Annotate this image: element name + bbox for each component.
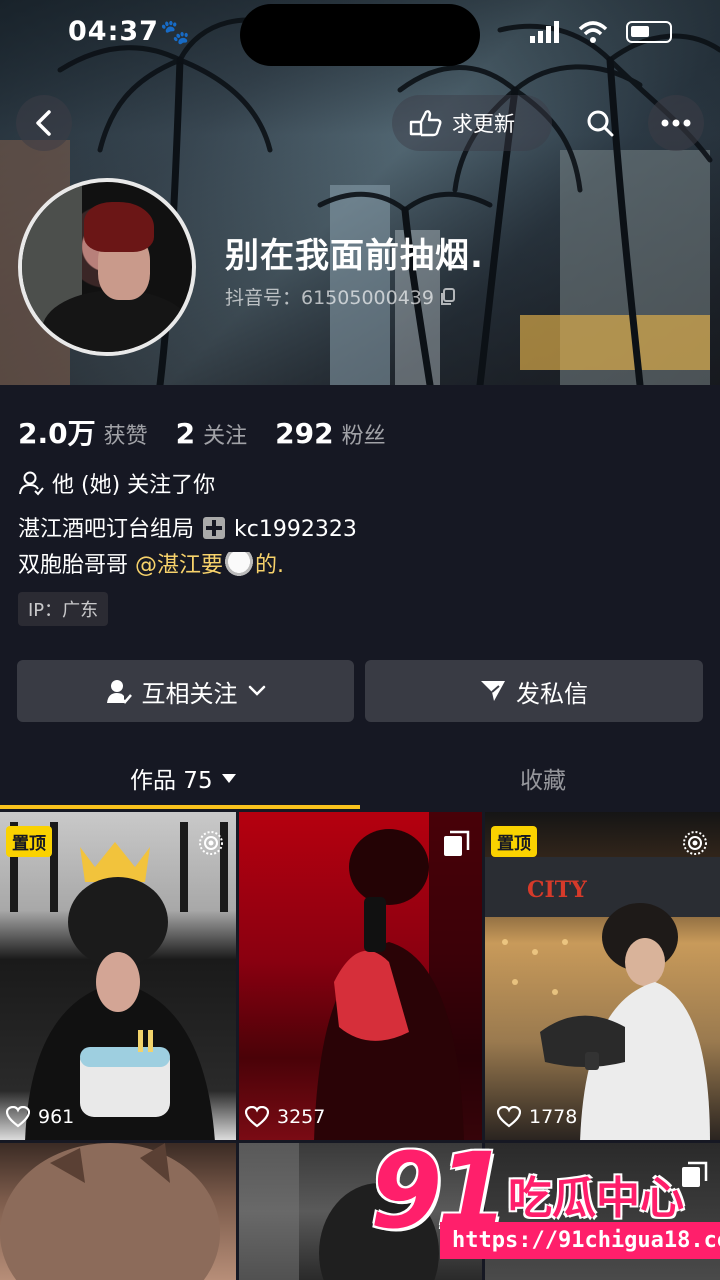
douyin-id[interactable]: 抖音号：61505000439 xyxy=(225,283,456,310)
like-count: 1778 xyxy=(497,1106,577,1128)
like-count-value: 1778 xyxy=(529,1106,578,1128)
watermark-logo-text: 吃瓜中心 xyxy=(508,1173,684,1224)
stat-followers[interactable]: 292 粉丝 xyxy=(275,417,385,450)
stat-following-value: 2 xyxy=(175,417,196,450)
profile-username: 别在我面前抽烟. xyxy=(225,236,484,276)
stat-followers-label: 粉丝 xyxy=(341,424,386,449)
status-icons xyxy=(530,20,672,44)
watermark-url: https://91chigua18.com xyxy=(440,1222,720,1259)
like-count: 961 xyxy=(6,1106,74,1128)
avatar[interactable] xyxy=(18,178,196,356)
wifi-icon xyxy=(578,21,608,43)
video-thumbnail xyxy=(10,822,228,1140)
battery-icon xyxy=(626,21,672,43)
heart-icon xyxy=(497,1106,521,1128)
search-icon xyxy=(587,110,614,137)
pinned-badge: 置顶 xyxy=(491,826,537,857)
stat-followers-value: 292 xyxy=(275,417,334,450)
send-icon xyxy=(481,681,505,701)
copy-icon xyxy=(440,287,455,305)
camera-notch xyxy=(240,4,480,66)
tab-works[interactable]: 作品 75 xyxy=(130,761,237,795)
bio-contact: kc1992323 xyxy=(234,517,357,542)
pointing-hand-icon xyxy=(409,110,442,137)
profile-bio: 湛江酒吧订台组局 kc1992323 双胞胎哥哥 @湛江要 的. xyxy=(18,512,357,584)
bio-line-1-text: 湛江酒吧订台组局 xyxy=(18,517,195,542)
chevron-left-icon xyxy=(36,110,51,136)
request-update-button[interactable]: 求更新 xyxy=(392,95,552,151)
tab-favorites-label: 收藏 xyxy=(520,768,566,794)
more-dots-icon xyxy=(661,119,691,127)
profile-tabs: 作品 75 收藏 xyxy=(0,745,720,810)
ip-location-tag: IP：广东 xyxy=(18,592,109,626)
caret-down-icon xyxy=(221,774,236,783)
video-tile[interactable]: 3257 xyxy=(239,812,482,1140)
rice-bowl-icon xyxy=(225,552,254,576)
mutual-follow-button[interactable]: 互相关注 xyxy=(17,660,354,722)
heart-icon xyxy=(6,1106,30,1128)
profile-stats: 2.0万 获赞 2 关注 292 粉丝 xyxy=(18,412,386,452)
video-tile[interactable]: 置顶 961 xyxy=(0,812,236,1140)
plus-icon xyxy=(203,517,226,539)
multi-image-icon xyxy=(444,830,470,856)
active-tab-indicator xyxy=(0,805,360,809)
status-bar: 04:37 🐾 xyxy=(0,0,720,70)
user-icon xyxy=(19,471,44,496)
follows-you-text: 他 (她) 关注了你 xyxy=(52,473,216,498)
video-thumbnail xyxy=(0,1143,220,1280)
stat-likes-value: 2.0万 xyxy=(18,417,96,450)
bio-line-2-text: 双胞胎哥哥 xyxy=(18,553,129,578)
back-button[interactable] xyxy=(16,95,72,151)
send-message-button[interactable]: 发私信 xyxy=(365,660,703,722)
chevron-down-icon xyxy=(248,685,265,696)
like-count-value: 3257 xyxy=(277,1106,326,1128)
signal-icon xyxy=(530,21,559,43)
search-button[interactable] xyxy=(572,95,628,151)
request-update-label: 求更新 xyxy=(452,112,515,136)
video-thumbnail: CITY xyxy=(485,857,720,1140)
svg-text:CITY: CITY xyxy=(527,877,587,903)
follows-you-note: 他 (她) 关注了你 xyxy=(18,467,215,499)
bio-line-1: 湛江酒吧订台组局 kc1992323 xyxy=(18,512,357,548)
mutual-follow-label: 互相关注 xyxy=(141,679,238,708)
pinned-badge: 置顶 xyxy=(6,826,52,857)
like-count-value: 961 xyxy=(38,1106,75,1128)
video-thumbnail xyxy=(314,812,482,1140)
video-tile[interactable]: CITY 置顶 1778 xyxy=(485,812,720,1140)
stat-following-label: 关注 xyxy=(203,424,248,449)
live-photo-icon xyxy=(683,831,707,855)
stat-likes[interactable]: 2.0万 获赞 xyxy=(18,412,148,452)
send-message-label: 发私信 xyxy=(516,679,588,708)
bio-line-2: 双胞胎哥哥 @湛江要 的. xyxy=(18,548,357,584)
bio-mention[interactable]: @湛江要 的. xyxy=(135,552,284,578)
paw-icon: 🐾 xyxy=(160,18,190,46)
more-button[interactable] xyxy=(648,95,704,151)
video-tile[interactable] xyxy=(0,1143,236,1280)
like-count: 3257 xyxy=(245,1106,325,1128)
site-watermark: 91 吃瓜中心 https://91chigua18.com xyxy=(370,1130,720,1280)
user-check-icon xyxy=(106,680,132,704)
stat-likes-label: 获赞 xyxy=(103,424,148,449)
stat-following[interactable]: 2 关注 xyxy=(176,417,248,450)
tab-works-label: 作品 75 xyxy=(130,768,213,794)
heart-icon xyxy=(245,1106,269,1128)
status-time: 04:37 xyxy=(68,16,159,47)
douyin-id-text: 抖音号：61505000439 xyxy=(225,287,434,309)
live-photo-icon xyxy=(199,831,223,855)
tab-favorites[interactable]: 收藏 xyxy=(520,761,566,795)
